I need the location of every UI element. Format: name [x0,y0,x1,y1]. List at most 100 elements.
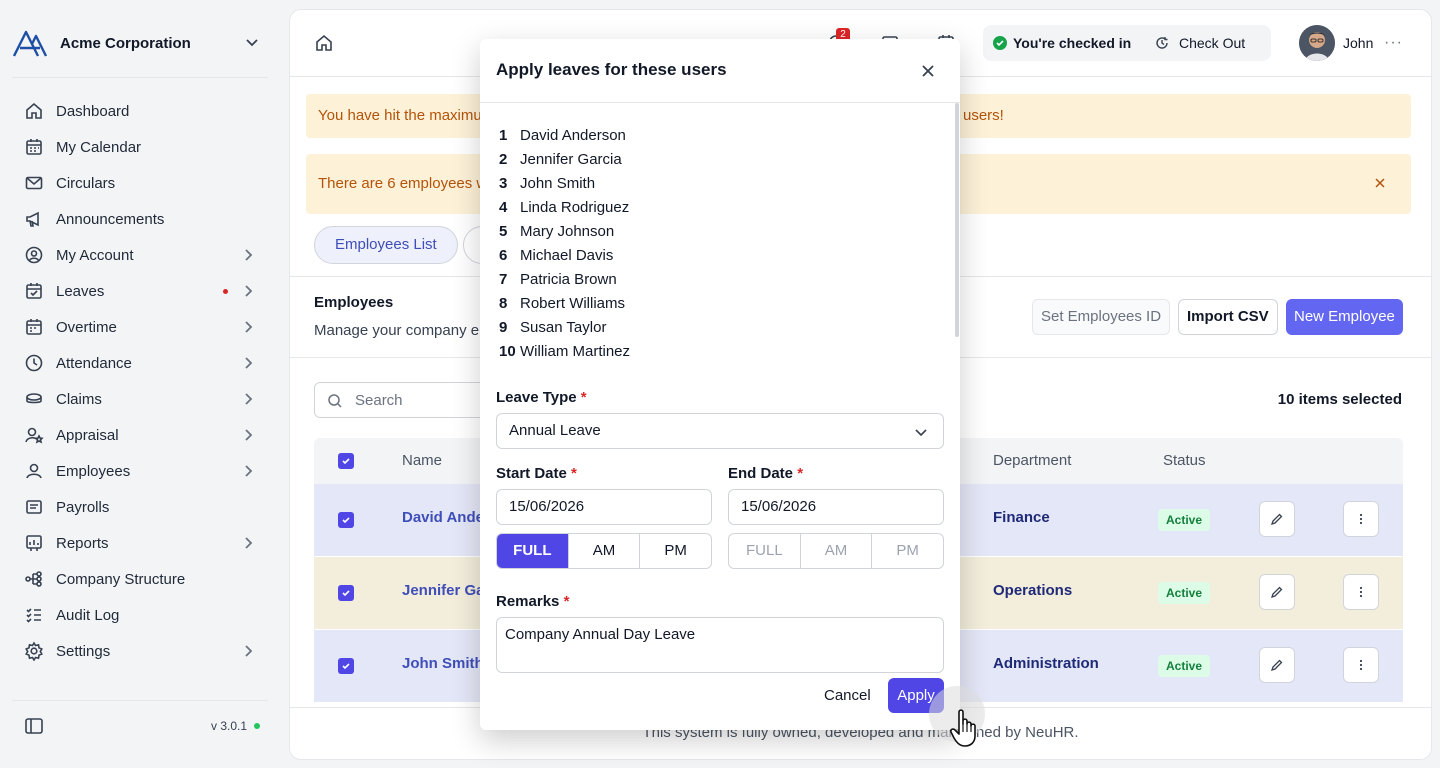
end-am-option[interactable]: AM [799,534,872,568]
user-name[interactable]: John [1343,35,1373,51]
org-switcher[interactable]: Acme Corporation [12,26,268,60]
alert-text: You have hit the maximum [318,107,495,124]
acme-logo-icon [12,30,48,57]
more-horizontal-icon[interactable]: ··· [1384,34,1403,52]
check-out-label: Check Out [1179,35,1246,51]
start-full-option[interactable]: FULL [497,534,568,568]
more-vertical-icon [1359,586,1363,598]
start-am-option[interactable]: AM [567,534,640,568]
user-name: David Anderson [520,126,626,144]
sidebar-item-appraisal[interactable]: Appraisal [16,417,268,453]
chevron-right-icon [245,465,253,477]
column-header-status[interactable]: Status [1163,452,1206,469]
clock-icon [25,354,43,372]
clock-refresh-icon [1156,37,1168,49]
tab-employees-list[interactable]: Employees List [314,226,458,264]
user-index: 3 [499,174,508,192]
remarks-label: Remarks * [496,593,569,610]
chevron-right-icon [245,537,253,549]
sidebar: Acme Corporation Dashboard My Calendar C… [0,0,280,768]
cancel-button[interactable]: Cancel [824,687,871,704]
sidebar-toggle-icon[interactable] [24,716,44,736]
sidebar-item-my-calendar[interactable]: My Calendar [16,129,268,165]
employee-department: Administration [993,655,1099,672]
sidebar-item-my-account[interactable]: My Account [16,237,268,273]
edit-button[interactable] [1259,574,1295,610]
start-pm-option[interactable]: PM [639,534,711,568]
edit-button[interactable] [1259,647,1295,683]
required-mark: * [571,465,577,482]
edit-button[interactable] [1259,501,1295,537]
sidebar-item-audit-log[interactable]: Audit Log [16,597,268,633]
status-badge: Active [1158,509,1211,531]
leave-type-select[interactable]: Annual Leave [496,413,944,449]
column-header-department[interactable]: Department [993,452,1071,469]
import-csv-button[interactable]: Import CSV [1178,299,1278,335]
employee-name[interactable]: John Smith [402,655,484,672]
remarks-textarea[interactable]: Company Annual Day Leave [496,617,944,673]
end-full-option[interactable]: FULL [729,534,800,568]
select-all-checkbox[interactable] [338,453,354,469]
end-pm-option[interactable]: PM [871,534,943,568]
chevron-right-icon [245,645,253,657]
leave-type-label: Leave Type * [496,389,587,406]
close-icon[interactable] [1373,176,1387,190]
home-icon[interactable] [314,33,334,53]
sidebar-item-label: Reports [56,534,109,552]
sidebar-item-payrolls[interactable]: Payrolls [16,489,268,525]
sidebar-item-label: Leaves [56,282,105,300]
sidebar-item-overtime[interactable]: Overtime [16,309,268,345]
checkin-status: You're checked in Check Out [983,25,1271,61]
close-icon[interactable] [918,61,938,81]
user-name: Patricia Brown [520,270,617,288]
employee-name[interactable]: Jennifer Gar [402,582,490,599]
sidebar-item-claims[interactable]: Claims [16,381,268,417]
check-out-button[interactable]: Check Out [1143,28,1258,58]
sidebar-item-label: Overtime [56,318,117,336]
avatar[interactable] [1299,25,1335,61]
gear-icon [25,641,43,661]
pencil-icon [1270,513,1283,526]
sidebar-item-circulars[interactable]: Circulars [16,165,268,201]
sidebar-item-reports[interactable]: Reports [16,525,268,561]
user-name: John Smith [520,174,596,192]
sidebar-item-announcements[interactable]: Announcements [16,201,268,237]
sidebar-item-dashboard[interactable]: Dashboard [16,93,268,129]
row-menu-button[interactable] [1343,501,1379,537]
start-date-input[interactable]: 15/06/2026 [496,489,712,525]
chevron-right-icon [245,393,253,405]
sidebar-item-label: Settings [56,642,111,660]
end-date-input[interactable]: 15/06/2026 [728,489,944,525]
row-checkbox[interactable] [338,585,354,601]
selected-users-list: 1 David Anderson 2 Jennifer Garcia 3 John S… [499,123,630,363]
chevron-right-icon [245,357,253,369]
chevron-down-icon[interactable] [242,33,262,53]
mail-icon [25,176,43,190]
row-checkbox[interactable] [338,658,354,674]
sidebar-item-company-structure[interactable]: Company Structure [16,561,268,597]
user-index: 6 [499,246,508,264]
list-item: 7 Patricia Brown [499,267,630,291]
dialog-divider [480,102,960,103]
sidebar-nav: Dashboard My Calendar Circulars Announce… [16,93,268,669]
more-vertical-icon [1359,659,1363,671]
hand-pointer-icon [950,709,976,747]
sidebar-item-attendance[interactable]: Attendance [16,345,268,381]
row-menu-button[interactable] [1343,574,1379,610]
column-header-name[interactable]: Name [402,452,442,469]
status-badge: Active [1158,655,1211,677]
sidebar-item-employees[interactable]: Employees [16,453,268,489]
calendar-icon [26,139,42,155]
list-check-icon [26,608,41,623]
row-menu-button[interactable] [1343,647,1379,683]
row-checkbox[interactable] [338,512,354,528]
employee-department: Finance [993,509,1050,526]
new-employee-button[interactable]: New Employee [1286,299,1403,335]
sidebar-item-settings[interactable]: Settings [16,633,268,669]
dialog-scrollbar[interactable] [955,103,959,337]
set-employees-id-button[interactable]: Set Employees ID [1032,299,1171,335]
sidebar-item-leaves[interactable]: Leaves [16,273,268,309]
pencil-icon [1270,586,1283,599]
employee-name[interactable]: David Ander [402,509,490,526]
sidebar-divider [12,77,268,78]
